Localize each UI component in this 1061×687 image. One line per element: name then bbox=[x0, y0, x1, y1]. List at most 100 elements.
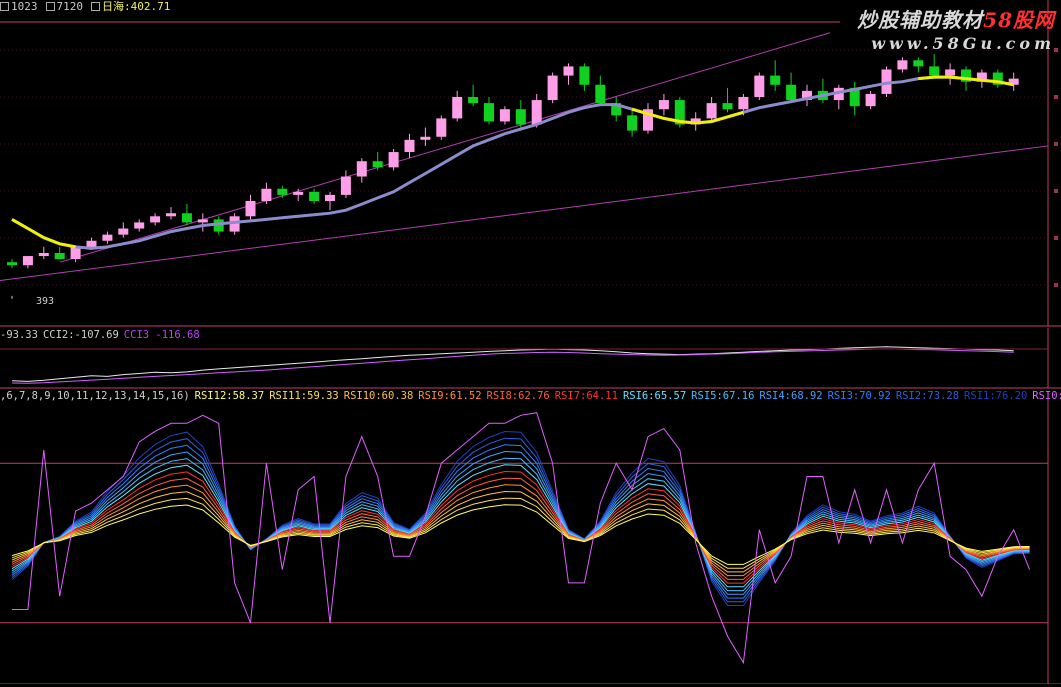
rsi-line-0 bbox=[12, 412, 1031, 665]
rsi-legend-item-8: RSI5:67.16 bbox=[691, 390, 755, 402]
axis-tick bbox=[1054, 189, 1058, 193]
watermark-line-1: 炒股辅助教材58股网 bbox=[857, 4, 1055, 33]
candle-body bbox=[738, 97, 749, 110]
candle-body bbox=[356, 161, 367, 177]
status-item-3: 日海:402.71 bbox=[91, 0, 170, 14]
candle-body bbox=[595, 84, 606, 104]
candle-body bbox=[102, 234, 113, 241]
candle-body bbox=[340, 176, 351, 195]
rsi-line-5 bbox=[11, 477, 1030, 580]
collapse-box-icon[interactable] bbox=[91, 1, 100, 11]
ma-line-highlight bbox=[11, 218, 76, 249]
watermark-url: www.58Gu.com bbox=[871, 34, 1055, 53]
candle-body bbox=[722, 103, 733, 110]
rsi-legend-item-2: RSI11:59.33 bbox=[269, 390, 339, 402]
candle-body bbox=[197, 219, 208, 223]
rsi-legend: ,6,7,8,9,10,11,12,13,14,15,16) RSI12:58.3… bbox=[0, 390, 1061, 403]
rsi-legend-item-1: RSI12:58.37 bbox=[194, 390, 265, 402]
ma-line bbox=[11, 75, 1014, 250]
collapse-box-icon[interactable] bbox=[0, 1, 9, 11]
cci-line-cci3 bbox=[11, 348, 1014, 384]
candle-body bbox=[579, 66, 590, 85]
candle-body bbox=[134, 222, 145, 229]
trendline-upper bbox=[59, 32, 831, 263]
collapse-box-icon[interactable] bbox=[45, 1, 55, 11]
cci-legend: -93.33 CCI2:-107.69 CCI3 -116.68 bbox=[0, 329, 205, 342]
candle-body bbox=[7, 262, 17, 266]
candle-body bbox=[436, 118, 447, 137]
candle-body bbox=[309, 191, 320, 201]
rsi-legend-item-0: ,6,7,8,9,10,11,12,13,14,15,16) bbox=[0, 390, 190, 402]
cci-legend-item-1: CCI2:-107.69 bbox=[42, 329, 119, 341]
candle-body bbox=[563, 66, 574, 76]
candle-body bbox=[166, 213, 176, 217]
candle-body bbox=[484, 103, 494, 122]
candle-body bbox=[38, 253, 49, 257]
rsi-legend-item-7: RSI6:65.57 bbox=[622, 390, 687, 402]
cci-legend-item-0: -93.33 bbox=[0, 329, 38, 341]
status-value-3: 日海:402.71 bbox=[102, 0, 171, 13]
candle-body bbox=[770, 75, 781, 85]
candle-body bbox=[627, 115, 638, 131]
rsi-legend-item-13: RSI0:86.22 bbox=[1032, 390, 1061, 402]
candle-body bbox=[245, 201, 256, 217]
candle-body bbox=[261, 188, 272, 201]
candle-body bbox=[372, 161, 383, 168]
candle-body bbox=[754, 75, 765, 97]
candle-body bbox=[22, 256, 33, 266]
rsi-line-2 bbox=[11, 497, 1030, 569]
candle-body bbox=[499, 109, 510, 122]
rsi-legend-item-12: RSI1:76.20 bbox=[964, 390, 1028, 402]
candle-body bbox=[388, 152, 399, 168]
cci-legend-item-2: CCI3 -116.68 bbox=[123, 329, 200, 341]
rsi-legend-item-5: RSI8:62.76 bbox=[486, 390, 550, 402]
candle-body bbox=[913, 60, 924, 67]
rsi-legend-item-6: RSI7:64.11 bbox=[554, 390, 618, 402]
status-item-1: 1023 bbox=[0, 0, 38, 13]
rsi-line-1 bbox=[11, 504, 1030, 565]
rsi-legend-item-3: RSI10:60.38 bbox=[343, 390, 414, 402]
candle-body bbox=[468, 97, 479, 104]
candle-body bbox=[515, 109, 526, 125]
candle-body bbox=[325, 194, 335, 201]
trendline-lower bbox=[0, 145, 1049, 282]
rsi-legend-item-9: RSI4:68.92 bbox=[759, 390, 823, 402]
candle-body bbox=[786, 84, 797, 101]
rsi-legend-item-4: RSI9:61.52 bbox=[418, 390, 482, 402]
candle-body bbox=[118, 228, 129, 235]
candle-body bbox=[865, 93, 876, 107]
top-status-bar: 1023 7120 日海:402.71 bbox=[0, 0, 170, 14]
candle-body bbox=[86, 240, 97, 247]
candle-body bbox=[452, 97, 463, 119]
candle-body bbox=[547, 75, 558, 101]
axis-tick bbox=[1054, 142, 1058, 146]
status-value-1: 1023 bbox=[11, 0, 38, 13]
candle-body bbox=[420, 136, 431, 140]
axis-tick bbox=[1054, 236, 1058, 240]
rsi-legend-item-10: RSI3:70.92 bbox=[827, 390, 891, 402]
candle-body bbox=[531, 100, 542, 125]
candle-body bbox=[277, 188, 288, 195]
candle-body bbox=[658, 100, 669, 110]
candle-body bbox=[293, 191, 304, 195]
watermark-prefix: 炒股辅助教材 bbox=[857, 8, 984, 32]
rsi-line-6 bbox=[11, 470, 1030, 584]
watermark: 炒股辅助教材58股网 www.58Gu.com bbox=[857, 4, 1055, 53]
candle-body bbox=[404, 139, 415, 153]
rsi-line-8 bbox=[11, 457, 1030, 592]
candle-body bbox=[945, 69, 956, 76]
chart-stage: 393 bbox=[0, 0, 1061, 685]
rsi-legend-item-11: RSI2:73.28 bbox=[895, 390, 960, 402]
candle-body bbox=[897, 60, 908, 70]
axis-tick bbox=[1054, 283, 1058, 287]
rsi-line-3 bbox=[11, 490, 1030, 573]
status-value-2: 7120 bbox=[56, 0, 84, 13]
candle-body bbox=[181, 213, 192, 223]
chart-canvas: 393 bbox=[0, 0, 1061, 685]
status-item-2: 7120 bbox=[45, 0, 84, 13]
candle-body bbox=[150, 216, 161, 223]
candle-body bbox=[929, 66, 940, 76]
axis-tick bbox=[1054, 95, 1058, 99]
watermark-brand: 58股网 bbox=[983, 8, 1055, 32]
candle-body bbox=[54, 253, 65, 260]
